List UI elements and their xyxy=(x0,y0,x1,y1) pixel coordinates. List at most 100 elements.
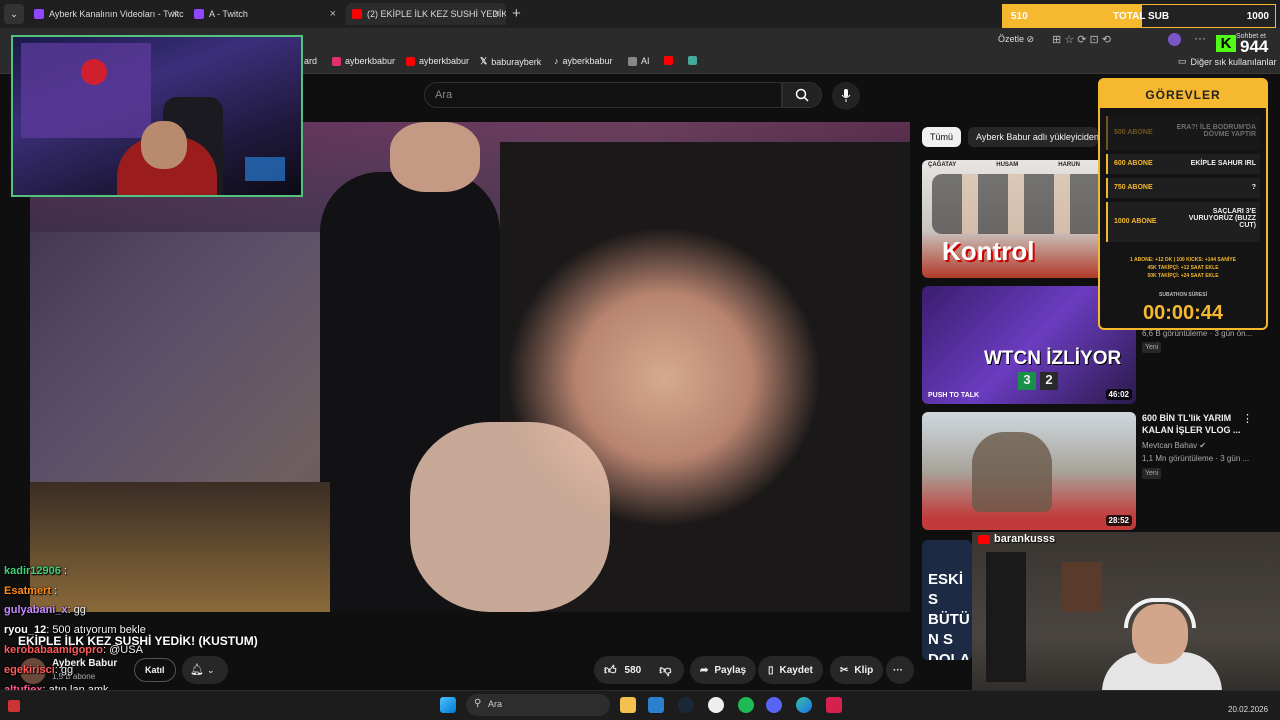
clip-button[interactable]: ✂ Klip xyxy=(830,656,884,684)
chat-text: : gg xyxy=(67,604,86,616)
task-reward: ERA?! İLE BODRUM'DA DÖVME YAPTIR xyxy=(1176,124,1256,138)
github-icon[interactable] xyxy=(708,697,724,713)
bookmark-item[interactable]: ayberkbabur xyxy=(332,56,395,66)
sohbet-button[interactable]: Sohbet et xyxy=(1236,33,1266,40)
thumb-subtext: PUSH TO TALK xyxy=(928,392,980,399)
chat-message: kadir12906 : xyxy=(4,565,67,577)
file-explorer-icon[interactable] xyxy=(620,697,636,713)
tab-list-button[interactable]: ⌄ xyxy=(4,4,24,24)
bookmark-item[interactable]: AI xyxy=(628,56,650,66)
task-goal: 1000 ABONE xyxy=(1114,218,1157,225)
bookmark-item[interactable] xyxy=(688,56,701,65)
task-item: 1000 ABONE SAÇLARI 3'E VURUYORUZ (BUZZ C… xyxy=(1106,202,1260,242)
bookmark-item[interactable]: ard xyxy=(304,56,317,66)
task-reward: ? xyxy=(1251,184,1256,191)
recommendation-title[interactable]: 600 BİN TL'lik YARIM KALAN İŞLER VLOG ..… xyxy=(1142,412,1252,436)
summarize-button[interactable]: Özetle ⊘ xyxy=(998,34,1034,45)
windows-start-icon[interactable] xyxy=(440,697,456,713)
video-duration: 28:52 xyxy=(1105,515,1132,526)
youtube-icon xyxy=(978,535,990,544)
rate-line: 45K TAKİPÇİ: +12 SAAT EKLE xyxy=(1147,265,1219,271)
scissors-icon: ✂ xyxy=(840,664,849,676)
tab-youtube-video[interactable]: (2) EKİPLE İLK KEZ SUSHİ YEDİK! (K × xyxy=(346,3,506,25)
folder-icon: ▭ xyxy=(1178,56,1187,66)
dislike-icon[interactable]: 👎︎ xyxy=(659,663,671,678)
video-scene-table xyxy=(30,482,330,612)
close-icon[interactable]: × xyxy=(494,8,500,20)
profile-icon[interactable] xyxy=(1168,33,1181,46)
share-label: Paylaş xyxy=(714,664,747,676)
close-icon[interactable]: × xyxy=(330,8,336,20)
recommendation-thumbnail[interactable]: ESKİ S BÜTÜN S DOLAN xyxy=(922,540,972,660)
join-button[interactable]: Katıl xyxy=(134,658,176,682)
tab-twitch-a[interactable]: A - Twitch × xyxy=(188,3,342,25)
taskbar-search[interactable]: Ara xyxy=(466,694,610,716)
bookmark-label: baburayberk xyxy=(491,56,542,67)
new-badge: Yeni xyxy=(1142,342,1162,353)
youtube-icon xyxy=(406,56,415,66)
chip-uploader[interactable]: Ayberk Babur adlı yükleyiciden xyxy=(968,127,1098,147)
bookmark-item[interactable] xyxy=(664,56,677,65)
voice-search-button[interactable] xyxy=(832,82,860,110)
more-options-icon[interactable]: ⋮ xyxy=(1242,412,1253,425)
subathon-timer: 00:00:44 xyxy=(1142,302,1224,324)
task-item: 750 ABONE ? xyxy=(1106,178,1260,198)
search-button[interactable] xyxy=(782,82,822,108)
task-goal: 750 ABONE xyxy=(1114,184,1153,191)
guest-name: barankusss xyxy=(994,533,1056,545)
bookmark-item[interactable]: ♪ ayberkbabur xyxy=(554,56,613,66)
bookmark-item[interactable]: ayberkbabur xyxy=(406,56,469,66)
save-button[interactable]: ▯ Kaydet xyxy=(758,656,823,684)
kick-tray-icon[interactable] xyxy=(8,700,20,712)
like-button[interactable]: 👍︎ 580 👎︎ xyxy=(594,656,684,684)
notification-bell-button[interactable]: 🔔︎ ⌄ xyxy=(182,656,228,684)
store-icon[interactable] xyxy=(648,697,664,713)
score-left: 3 xyxy=(1018,372,1036,390)
like-count: 580 xyxy=(624,664,642,676)
close-icon[interactable]: × xyxy=(172,8,178,20)
sub-current: 510 xyxy=(1011,11,1028,22)
other-bookmarks[interactable]: ▭ Diğer sık kullanılanlar xyxy=(1178,56,1277,67)
save-label: Kaydet xyxy=(779,664,813,676)
youtube-icon xyxy=(352,9,362,19)
webcam-headphones xyxy=(1124,598,1196,628)
chat-username: gulyabani_x xyxy=(4,604,68,616)
more-menu-icon[interactable]: ··· xyxy=(1194,31,1206,45)
app-icon[interactable] xyxy=(826,697,842,713)
twitch-icon xyxy=(34,9,44,19)
search-input[interactable]: Ara xyxy=(424,82,782,108)
tab-twitch-videos[interactable]: Ayberk Kanalının Videoları - Twitch × xyxy=(28,3,184,25)
youtube-icon xyxy=(664,56,673,65)
extensions-icon[interactable]: ⊞ ☆ ⟳ ⊡ ⟲ xyxy=(1052,33,1111,46)
taskbar-date: 20.02.2026 xyxy=(1228,705,1269,714)
video-scene-hand xyxy=(410,422,610,612)
new-tab-button[interactable]: + xyxy=(512,5,521,22)
recommendation-item[interactable]: 28:52 600 BİN TL'lik YARIM KALAN İŞLER V… xyxy=(922,412,1272,530)
recommendation-thumbnail[interactable]: 28:52 xyxy=(922,412,1136,530)
bookmark-label: ayberkbabur xyxy=(562,56,613,66)
chat-text: : gg xyxy=(54,664,74,676)
thumb-people xyxy=(932,174,1122,234)
tab-title: (2) EKİPLE İLK KEZ SUSHİ YEDİK! (K xyxy=(367,9,506,19)
score-right: 2 xyxy=(1040,372,1058,390)
streamer-webcam xyxy=(11,35,303,197)
chip-all[interactable]: Tümü xyxy=(922,127,962,147)
discord-icon[interactable] xyxy=(766,697,782,713)
chat-username: kerobabaamigopro xyxy=(4,644,104,656)
timer-label: SUBATHON SÜRESİ xyxy=(1159,292,1207,298)
windows-taskbar xyxy=(0,690,1280,720)
thumb-name: HUSAM xyxy=(996,162,1019,168)
clip-label: Klip xyxy=(854,664,874,676)
steam-icon[interactable] xyxy=(678,697,694,713)
share-button[interactable]: ➦ Paylaş xyxy=(690,656,757,684)
gorevler-title: GÖREVLER xyxy=(1100,80,1266,108)
spotify-icon[interactable] xyxy=(738,697,754,713)
subathon-progress-bar: 510 TOTAL SUB 1000 xyxy=(1002,4,1276,28)
bookmark-label: ard xyxy=(304,56,318,66)
edge-icon[interactable] xyxy=(796,697,812,713)
recommendation-channel[interactable]: Mevtcan Bahav ✔ xyxy=(1142,441,1206,450)
bookmark-item[interactable]: 𝕏baburayberk xyxy=(480,56,541,67)
more-actions-button[interactable]: ··· xyxy=(886,656,914,684)
chat-message: kerobabaamigopro: @USA xyxy=(4,644,143,656)
chat-text: : xyxy=(63,565,68,577)
